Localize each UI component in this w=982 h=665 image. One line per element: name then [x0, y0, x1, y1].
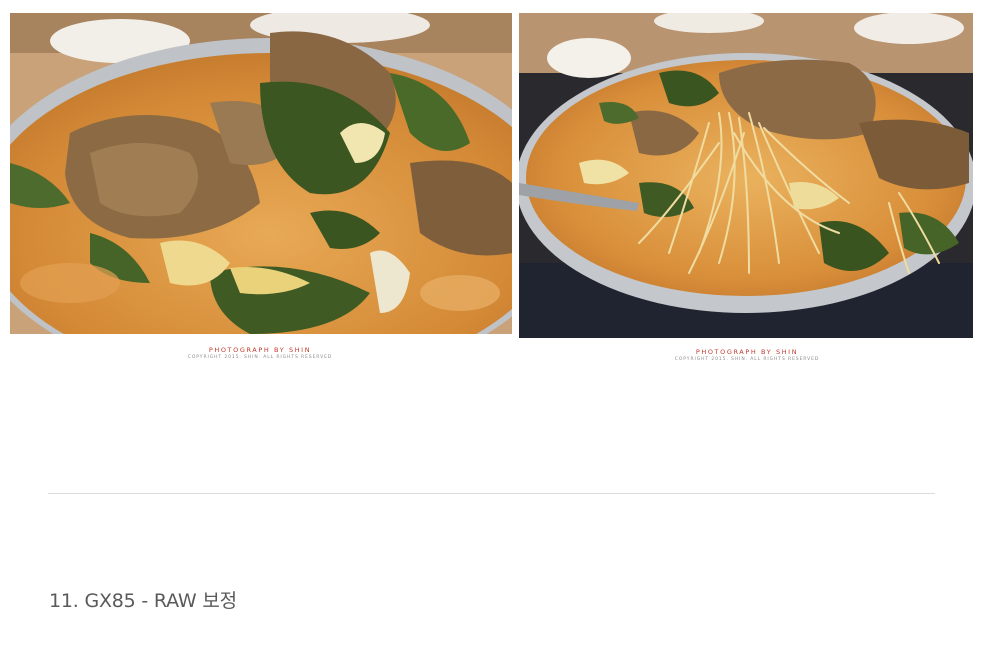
photo-watermark-right: PHOTOGRAPH BY SHIN COPYRIGHT 2015. SHIN.…: [647, 349, 847, 362]
stew-photo-left: [10, 13, 512, 334]
watermark-title: PHOTOGRAPH BY SHIN: [208, 346, 312, 354]
watermark-copyright: COPYRIGHT 2015. SHIN. ALL RIGHTS RESERVE…: [674, 356, 820, 362]
stew-photo-left-image: [10, 13, 512, 334]
watermark-copyright: COPYRIGHT 2015. SHIN. ALL RIGHTS RESERVE…: [187, 354, 333, 360]
section-heading: 11. GX85 - RAW 보정: [49, 590, 237, 612]
watermark-title: PHOTOGRAPH BY SHIN: [695, 348, 799, 356]
stew-photo-right-image: [519, 13, 973, 338]
photo-watermark-left: PHOTOGRAPH BY SHIN COPYRIGHT 2015. SHIN.…: [160, 347, 360, 360]
stew-photo-right: [519, 13, 973, 338]
section-divider: [48, 493, 935, 494]
